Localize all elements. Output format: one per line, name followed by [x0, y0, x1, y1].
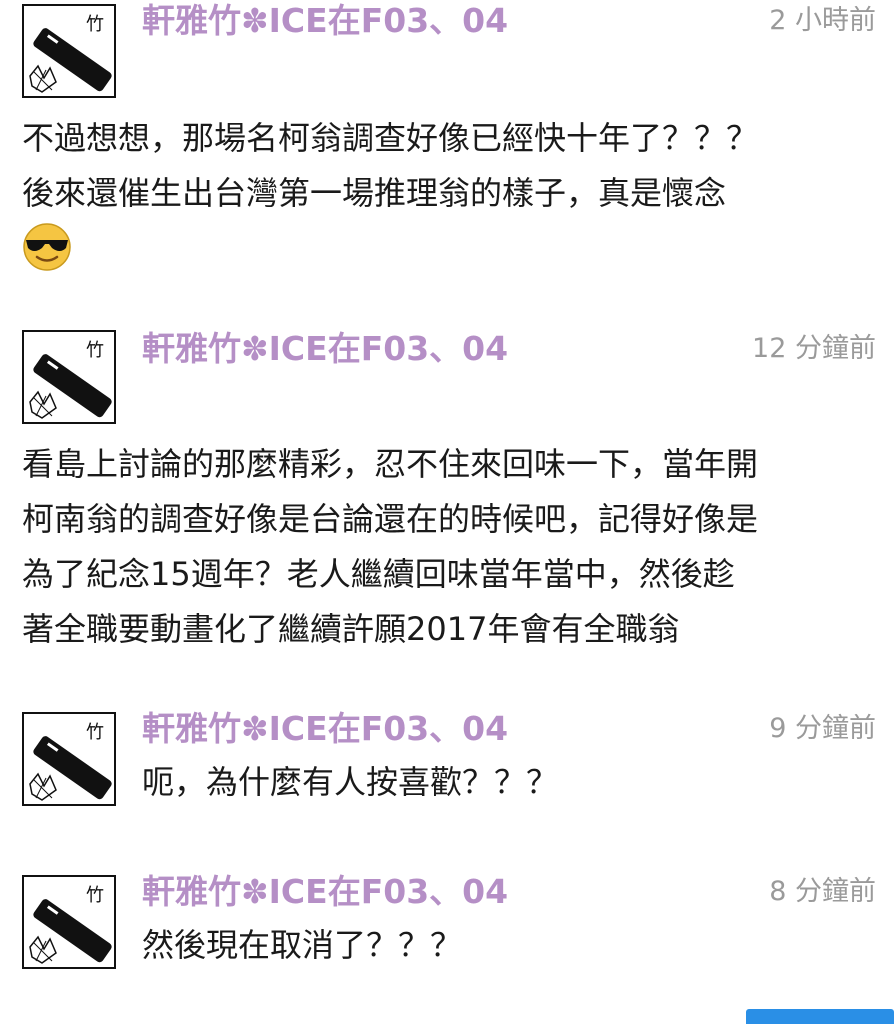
username[interactable]: 軒雅竹✽ICE在F03、04 — [142, 871, 508, 913]
avatar-image: 竹 — [29, 885, 112, 964]
username[interactable]: 軒雅竹✽ICE在F03、04 — [142, 708, 508, 750]
comment-line: 柯南翁的調查好像是台論還在的時候吧，記得好像是 — [22, 500, 759, 538]
username[interactable]: 軒雅竹✽ICE在F03、04 — [142, 0, 508, 42]
comment-post: 竹 軒雅竹✽ICE在F03、04 12 分鐘前 看島上討論的那麼精彩，忍不住來回… — [0, 326, 894, 666]
avatar[interactable]: 竹 — [22, 875, 116, 969]
comment-body: 不過想想，那場名柯翁調查好像已經快十年了？？？ 後來還催生出台灣第一場推理翁的樣… — [22, 111, 758, 221]
svg-text:竹: 竹 — [86, 722, 104, 743]
avatar[interactable]: 竹 — [22, 4, 116, 98]
comment-body: 呃，為什麼有人按喜歡？？？ — [142, 755, 558, 810]
comment-line: 後來還催生出台灣第一場推理翁的樣子，真是懷念 — [22, 174, 727, 212]
avatar-image: 竹 — [29, 14, 112, 93]
comment-line: 不過想想，那場名柯翁調查好像已經快十年了？？？ — [22, 119, 759, 157]
username[interactable]: 軒雅竹✽ICE在F03、04 — [142, 328, 508, 370]
avatar-image: 竹 — [29, 340, 112, 419]
svg-text:竹: 竹 — [86, 885, 104, 906]
comment-body: 然後現在取消了？？？ — [142, 918, 462, 973]
comment-post: 竹 軒雅竹✽ICE在F03、04 9 分鐘前 呃，為什麼有人按喜歡？？？ — [0, 708, 894, 828]
comment-line: 著全職要動畫化了繼續許願2017年會有全職翁 — [22, 610, 680, 648]
svg-text:竹: 竹 — [86, 340, 104, 361]
avatar-image: 竹 — [29, 722, 112, 801]
timestamp: 9 分鐘前 — [769, 713, 876, 744]
timestamp: 12 分鐘前 — [752, 333, 876, 364]
floating-action-button[interactable] — [746, 1009, 894, 1024]
timestamp: 2 小時前 — [769, 5, 876, 36]
comment-line: 呃，為什麼有人按喜歡？？？ — [142, 763, 559, 801]
comment-line: 看島上討論的那麼精彩，忍不住來回味一下，當年開 — [22, 445, 759, 483]
avatar[interactable]: 竹 — [22, 330, 116, 424]
comment-body: 看島上討論的那麼精彩，忍不住來回味一下，當年開 柯南翁的調查好像是台論還在的時候… — [22, 437, 758, 657]
comment-line: 然後現在取消了？？？ — [142, 926, 463, 964]
timestamp: 8 分鐘前 — [769, 876, 876, 907]
sunglasses-emoji-icon — [23, 223, 71, 271]
svg-text:竹: 竹 — [86, 14, 104, 35]
comment-post: 竹 軒雅竹✽ICE在F03、04 8 分鐘前 然後現在取消了？？？ — [0, 871, 894, 991]
comment-line: 為了紀念15週年？老人繼續回味當年當中，然後趁 — [22, 555, 735, 593]
avatar[interactable]: 竹 — [22, 712, 116, 806]
comment-post: 竹 軒雅竹✽ICE在F03、04 2 小時前 不過想想，那場名柯翁調查好像已經快… — [0, 0, 894, 300]
